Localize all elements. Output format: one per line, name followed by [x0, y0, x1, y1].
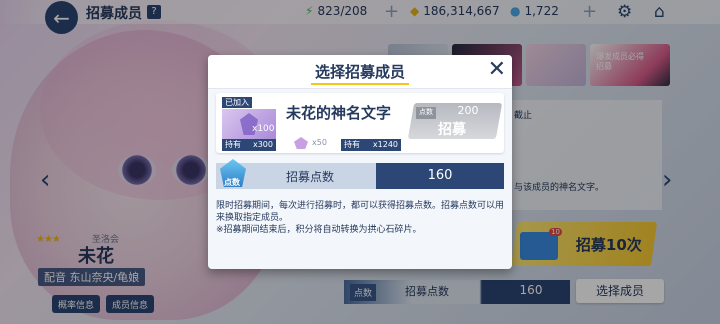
- member-item-name: 未花的神名文字: [286, 104, 392, 122]
- hold-bar-1: 持有 x300: [222, 139, 276, 151]
- close-icon[interactable]: ✕: [488, 57, 506, 82]
- dialog-header: 选择招募成员 ✕: [208, 55, 512, 89]
- recruit-button-label: 招募: [438, 122, 466, 138]
- recruit-notes: 限时招募期间，每次进行招募时，都可以获得招募点数。招募点数可以用来换取指定成员。…: [216, 200, 506, 236]
- gem-label: 点数: [224, 178, 240, 187]
- title-underline: [311, 83, 409, 85]
- eleph-count: x50: [312, 138, 327, 147]
- added-badge: 已加入: [222, 97, 252, 108]
- select-member-dialog: 选择招募成员 ✕ 已加入 x100 持有 x300 x50 持有 x1240 未花的…: [208, 55, 512, 269]
- hold-bar-2: 持有 x1240: [341, 139, 401, 151]
- cost-point-icon: 点数: [416, 107, 436, 119]
- dialog-title: 选择招募成员: [314, 63, 405, 81]
- points-value: 160: [376, 163, 504, 189]
- recruit-cost: 200: [457, 104, 479, 117]
- eleph-icon: [294, 137, 308, 149]
- portrait-count: x100: [252, 124, 275, 134]
- member-card[interactable]: 已加入 x100 持有 x300 x50 持有 x1240 未花的神名文字 点数 2…: [216, 93, 504, 153]
- note-1: 限时招募期间，每次进行招募时，都可以获得招募点数。招募点数可以用来换取指定成员。: [216, 201, 505, 223]
- points-label: 招募点数: [286, 170, 335, 184]
- note-2: ※招募期间结束后，积分将自动转换为拱心石碎片。: [216, 225, 422, 235]
- points-bar: 点数 招募点数 160: [216, 159, 504, 189]
